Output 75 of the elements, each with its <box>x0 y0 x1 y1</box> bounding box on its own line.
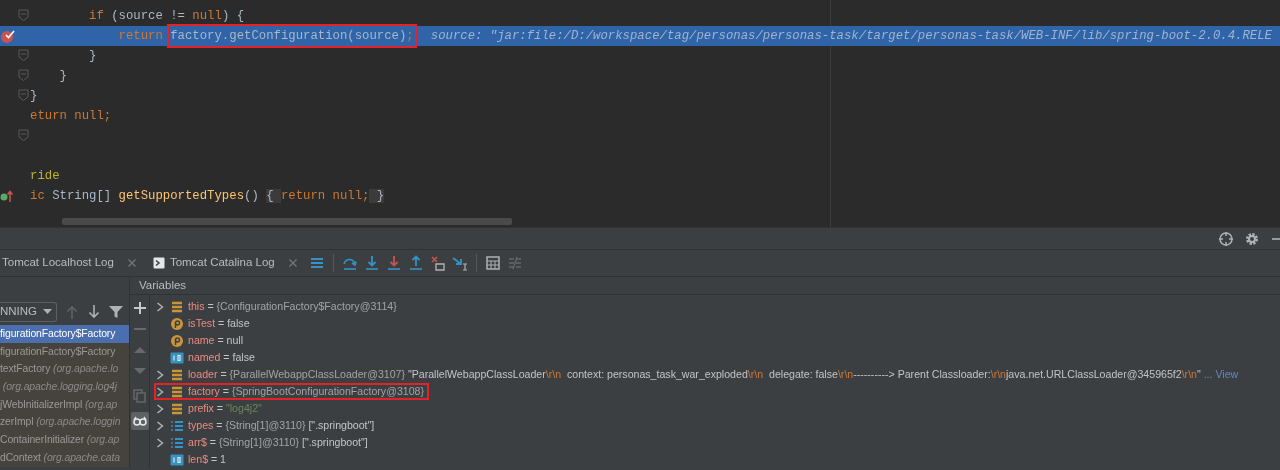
log-tab[interactable]: Tomcat Localhost Log <box>0 249 145 277</box>
stack-frame[interactable]: figurationFactory$Factory <box>0 325 129 343</box>
drop-frame-icon[interactable] <box>429 255 446 271</box>
chevron-icon[interactable] <box>156 302 164 312</box>
chevron-icon[interactable] <box>156 438 164 448</box>
field-icon <box>170 300 184 314</box>
glasses-icon <box>132 414 147 429</box>
run-to-cursor-icon[interactable] <box>451 255 468 271</box>
fold-marker-icon[interactable] <box>18 89 29 101</box>
copy-icon <box>132 389 147 404</box>
primitive-icon <box>170 453 184 467</box>
inline-value-hint: source: "jar:file:/D:/workspace/tag/personas/personas-task/target/personas-task/WEB-INF/lib/spring-boot-2.0.4.RELE <box>430 27 1272 45</box>
code-text: } <box>58 67 67 85</box>
code-text: } <box>30 87 38 105</box>
field-icon <box>170 385 184 399</box>
code-text: if (source != null) { <box>88 7 245 25</box>
variable-entry[interactable]: name = null <box>188 332 244 349</box>
parameter-icon <box>170 317 184 331</box>
close-icon[interactable] <box>126 258 137 268</box>
console-icon <box>152 257 165 269</box>
highlight-frame: factory.getConfiguration(source); <box>170 26 414 46</box>
horizontal-scrollbar[interactable] <box>62 218 512 225</box>
stack-frame[interactable]: textFactory (org.apache.lo <box>0 360 129 379</box>
filter-icon[interactable] <box>109 304 123 319</box>
minus-icon <box>132 328 147 331</box>
step-out-icon[interactable] <box>407 255 424 271</box>
code-text: return <box>117 27 164 45</box>
chevron-icon[interactable] <box>156 370 164 380</box>
caret-icon <box>43 308 52 315</box>
step-into-icon[interactable] <box>363 255 380 271</box>
override-icon[interactable] <box>0 189 14 203</box>
variable-entry[interactable]: loader = {ParallelWebappClassLoader@3107} "ParallelWebappClassLoader\r\n context: personas_task_war_exploded\r\n delegate: false\r\n----------> Parent Classloader:\r\njava.net.URLClassLoader@345965f2\r\n" ... View <box>188 366 1239 383</box>
fold-marker-icon[interactable] <box>18 49 29 61</box>
code-text: ic String[] getSupportedTypes() { return null; } <box>30 187 385 205</box>
field-icon <box>170 402 184 416</box>
chevron-icon[interactable] <box>156 421 164 431</box>
variable-entry[interactable]: types = {String[1]@3110} [".springboot"] <box>188 417 375 434</box>
tab-label: Tomcat Localhost Log <box>2 255 114 271</box>
plus-icon <box>132 301 147 316</box>
code-text: ride <box>30 167 60 185</box>
array-icon <box>170 419 184 433</box>
fold-marker-icon[interactable] <box>18 9 29 21</box>
field-icon <box>170 368 184 382</box>
fold-marker-icon[interactable] <box>18 69 29 81</box>
down-arrow-icon[interactable] <box>87 304 101 319</box>
close-icon[interactable] <box>287 258 298 268</box>
force-step-into-icon[interactable] <box>385 255 402 271</box>
primitive-icon <box>170 351 184 365</box>
stack-frame[interactable]: ContainerInitializer (org.ap <box>0 431 129 449</box>
variable-entry[interactable]: factory = {SpringBootConfigurationFactory@3108} <box>188 383 425 400</box>
glasses-button[interactable] <box>130 412 149 431</box>
log-tab[interactable]: Tomcat Catalina Log <box>144 249 306 277</box>
code-text: eturn null; <box>30 107 112 125</box>
thread-dropdown[interactable]: NNING <box>0 301 57 322</box>
array-icon <box>170 436 184 450</box>
variable-entry[interactable]: this = {ConfigurationFactory$Factory@3114} <box>188 298 397 315</box>
parameter-icon <box>170 334 184 348</box>
variable-entry[interactable]: prefix = "log4j2" <box>188 400 262 417</box>
chevron-icon[interactable] <box>156 387 164 397</box>
tab-label: Tomcat Catalina Log <box>169 255 275 271</box>
settings-icon[interactable] <box>1244 230 1260 247</box>
crosshair-icon[interactable] <box>1218 230 1234 247</box>
fold-marker-icon[interactable] <box>18 129 29 141</box>
calculator-icon[interactable] <box>484 255 501 271</box>
variable-entry[interactable]: named = false <box>188 349 255 366</box>
breakpoint-icon[interactable] <box>0 29 16 43</box>
variable-entry[interactable]: isTest = false <box>188 315 250 332</box>
panel-title: Variables <box>139 278 187 293</box>
code-text: } <box>88 47 97 65</box>
stack-frame[interactable]: (org.apache.logging.log4j <box>0 378 129 396</box>
chevron-icon[interactable] <box>156 404 164 414</box>
variable-entry[interactable]: arr$ = {String[1]@3110} [".springboot"] <box>188 434 368 451</box>
list-icon[interactable] <box>308 255 325 271</box>
variable-entry[interactable]: len$ = 1 <box>188 451 226 468</box>
stack-frame[interactable]: zerImpl (org.apache.loggin <box>0 413 129 432</box>
